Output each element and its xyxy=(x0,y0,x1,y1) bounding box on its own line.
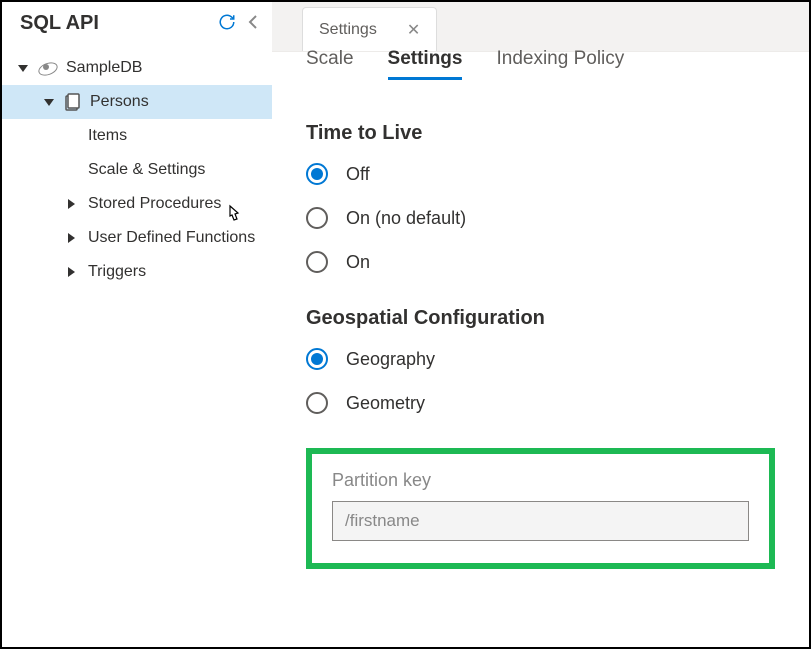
geo-title: Geospatial Configuration xyxy=(306,307,775,330)
ttl-radio-group: Off On (no default) On xyxy=(306,163,775,273)
subtab-row: Scale Settings Indexing Policy xyxy=(272,48,809,88)
tree-container[interactable]: Persons xyxy=(2,85,272,119)
partition-key-highlight: Partition key xyxy=(306,448,775,569)
geo-radio-group: Geography Geometry xyxy=(306,348,775,414)
sidebar: SQL API SampleDB Persons xyxy=(2,2,272,647)
geo-radio-geography[interactable]: Geography xyxy=(306,348,775,370)
sidebar-header: SQL API xyxy=(2,2,272,47)
subtab-indexing[interactable]: Indexing Policy xyxy=(496,40,624,80)
partition-key-label: Partition key xyxy=(332,470,749,491)
radio-label: On (no default) xyxy=(346,208,466,229)
caret-right-icon xyxy=(68,267,75,277)
caret-down-icon xyxy=(44,99,54,106)
radio-label: Geometry xyxy=(346,393,425,414)
tree-item-udf[interactable]: User Defined Functions xyxy=(2,221,272,255)
radio-icon xyxy=(306,163,328,185)
caret-right-icon xyxy=(68,199,75,209)
container-label: Persons xyxy=(90,93,149,111)
settings-panel: Time to Live Off On (no default) On Geos… xyxy=(272,88,809,569)
tree-item-label: Stored Procedures xyxy=(88,195,221,213)
partition-key-input[interactable] xyxy=(332,501,749,541)
radio-icon xyxy=(306,392,328,414)
caret-down-icon xyxy=(18,65,28,72)
collapse-icon[interactable] xyxy=(248,14,258,33)
tree-item-label: Triggers xyxy=(88,263,146,281)
tree-item-label: User Defined Functions xyxy=(88,229,255,247)
subtab-scale[interactable]: Scale xyxy=(306,40,354,80)
ttl-title: Time to Live xyxy=(306,122,775,145)
resource-tree: SampleDB Persons Items Scale & Settings … xyxy=(2,47,272,289)
radio-icon xyxy=(306,348,328,370)
database-label: SampleDB xyxy=(66,59,142,77)
tree-item-scale-settings[interactable]: Scale & Settings xyxy=(2,153,272,187)
container-icon xyxy=(64,93,80,111)
radio-icon xyxy=(306,207,328,229)
tree-item-label: Items xyxy=(88,127,127,145)
tree-item-triggers[interactable]: Triggers xyxy=(2,255,272,289)
tree-item-items[interactable]: Items xyxy=(2,119,272,153)
tree-database[interactable]: SampleDB xyxy=(2,51,272,85)
ttl-radio-on[interactable]: On xyxy=(306,251,775,273)
tree-item-stored-procedures[interactable]: Stored Procedures xyxy=(2,187,272,221)
api-title: SQL API xyxy=(20,12,99,35)
radio-icon xyxy=(306,251,328,273)
close-icon[interactable]: ✕ xyxy=(407,20,420,40)
refresh-icon[interactable] xyxy=(218,13,236,34)
geo-radio-geometry[interactable]: Geometry xyxy=(306,392,775,414)
radio-label: On xyxy=(346,252,370,273)
tree-item-label: Scale & Settings xyxy=(88,161,205,179)
tab-label: Settings xyxy=(319,21,377,39)
ttl-radio-off[interactable]: Off xyxy=(306,163,775,185)
subtab-settings[interactable]: Settings xyxy=(388,40,463,80)
content-area: Settings ✕ Scale Settings Indexing Polic… xyxy=(272,2,809,647)
radio-label: Geography xyxy=(346,349,435,370)
radio-label: Off xyxy=(346,164,370,185)
ttl-radio-on-no-default[interactable]: On (no default) xyxy=(306,207,775,229)
database-icon xyxy=(38,61,58,75)
caret-right-icon xyxy=(68,233,75,243)
